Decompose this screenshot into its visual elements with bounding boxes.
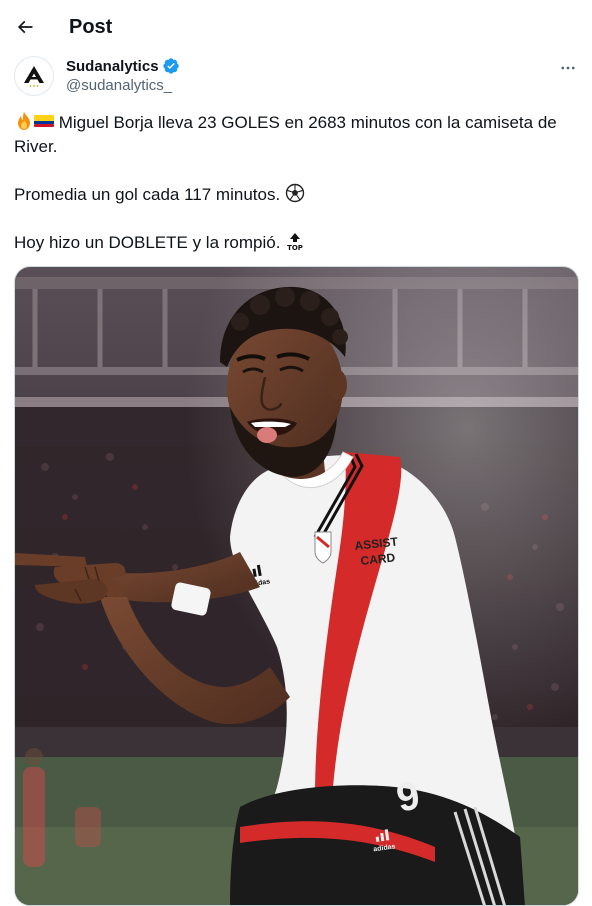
post-line-1: Miguel Borja lleva 23 GOLES en 2683 minu… [14, 111, 580, 159]
post-line-2: Promedia un gol cada 117 minutos. [14, 183, 580, 207]
post-header: Post [0, 0, 592, 54]
fire-emoji-icon [18, 112, 30, 130]
post-author: Sudanalytics @sudanalytics_ [14, 56, 582, 100]
svg-text:TOP: TOP [287, 244, 303, 251]
player-celebration-illustration: ASSIST CARD adidas 9 adidas [15, 267, 578, 905]
more-options-button[interactable] [554, 54, 582, 82]
display-name[interactable]: Sudanalytics [66, 58, 159, 75]
arrow-left-icon [17, 20, 33, 34]
post-line-3-text: Hoy hizo un DOBLETE y la rompió. [14, 233, 281, 252]
post-line-3: Hoy hizo un DOBLETE y la rompió. TOP [14, 231, 580, 255]
post-text: Miguel Borja lleva 23 GOLES en 2683 minu… [14, 111, 580, 255]
colombia-flag-emoji-icon [34, 115, 54, 127]
post-line-2-text: Promedia un gol cada 117 minutos. [14, 185, 281, 204]
user-handle[interactable]: @sudanalytics_ [66, 77, 172, 94]
top-arrow-emoji-icon: TOP [287, 233, 303, 251]
display-name-row: Sudanalytics [66, 56, 180, 76]
back-button[interactable] [8, 10, 42, 44]
verified-badge-icon [162, 57, 180, 75]
sudanalytics-logo-icon [24, 66, 44, 87]
post-photo[interactable]: ASSIST CARD adidas 9 adidas [14, 266, 579, 906]
page-title: Post [69, 15, 113, 38]
avatar[interactable] [14, 56, 54, 96]
soccer-ball-emoji-icon [285, 183, 305, 203]
more-dots-icon [561, 66, 575, 70]
post-line-1-text: Miguel Borja lleva 23 GOLES en 2683 minu… [14, 113, 557, 156]
